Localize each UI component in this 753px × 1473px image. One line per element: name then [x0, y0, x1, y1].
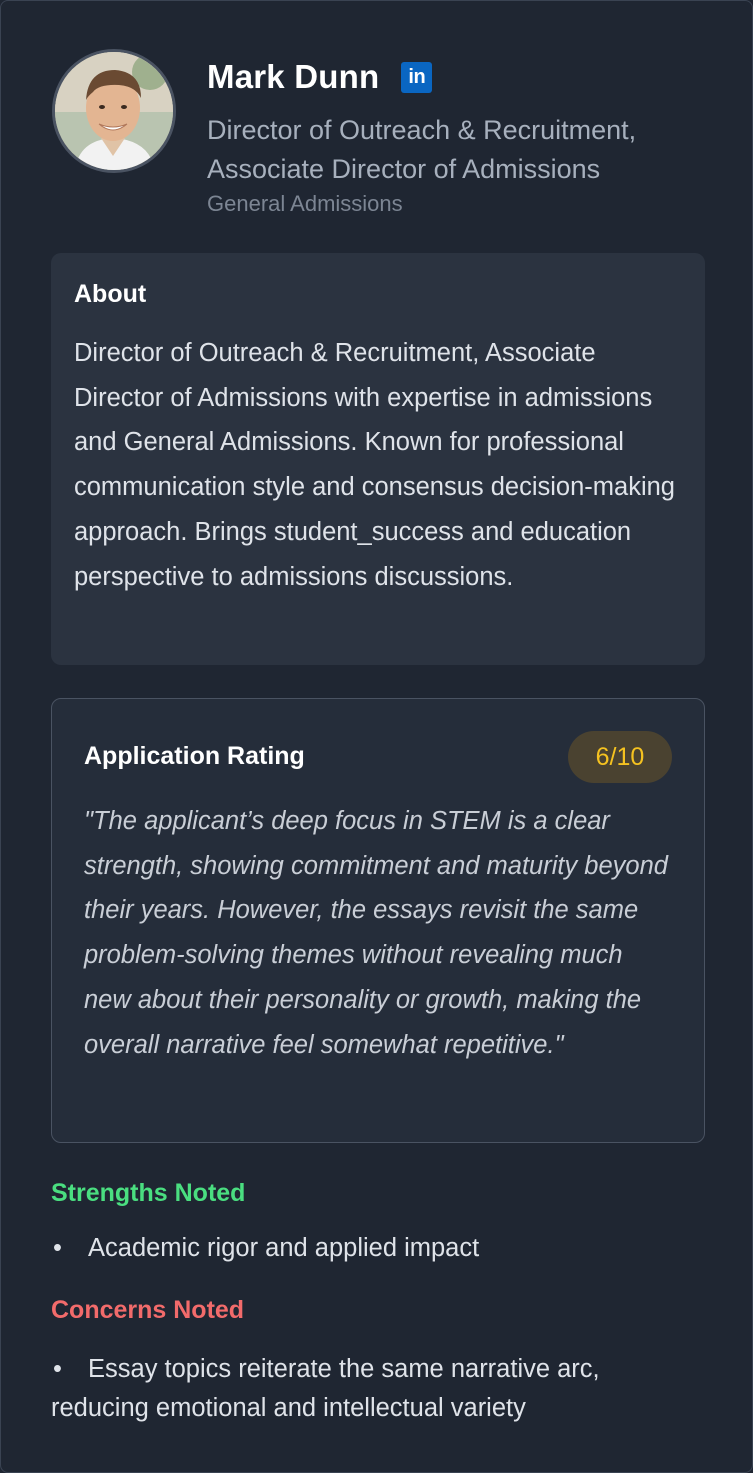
- application-rating-section: Application Rating 6/10 "The applicant’s…: [51, 698, 705, 1143]
- concerns-heading: Concerns Noted: [51, 1296, 245, 1324]
- reviewer-card: Mark Dunn in Director of Outreach & Recr…: [0, 0, 753, 1473]
- reviewer-title: Director of Outreach & Recruitment, Asso…: [207, 115, 637, 184]
- reviewer-name: Mark Dunn: [207, 58, 380, 95]
- concern-list-item: • Essay topics reiterate the same narrati…: [51, 1350, 691, 1428]
- bullet: •: [53, 1355, 62, 1383]
- bullet: •: [53, 1234, 62, 1262]
- linkedin-icon[interactable]: in: [401, 61, 433, 93]
- concern-text: Essay topics reiterate the same narrativ…: [51, 1355, 600, 1422]
- strengths-heading: Strengths Noted: [51, 1179, 246, 1207]
- about-heading: About: [74, 280, 147, 308]
- about-section: About Director of Outreach & Recruitment…: [51, 253, 705, 665]
- name-row: Mark Dunn in: [207, 57, 433, 97]
- rating-score-badge: 6/10: [568, 731, 672, 783]
- strength-text: Academic rigor and applied impact: [88, 1234, 480, 1262]
- rating-quote: "The applicant’s deep focus in STEM is a…: [84, 807, 668, 1059]
- avatar: [52, 49, 176, 173]
- about-text: Director of Outreach & Recruitment, Asso…: [74, 339, 675, 591]
- profile-photo-icon: [55, 52, 173, 170]
- reviewer-department: General Admissions: [207, 191, 403, 216]
- strength-list-item: • Academic rigor and applied impact: [51, 1234, 479, 1263]
- rating-heading: Application Rating: [84, 742, 305, 770]
